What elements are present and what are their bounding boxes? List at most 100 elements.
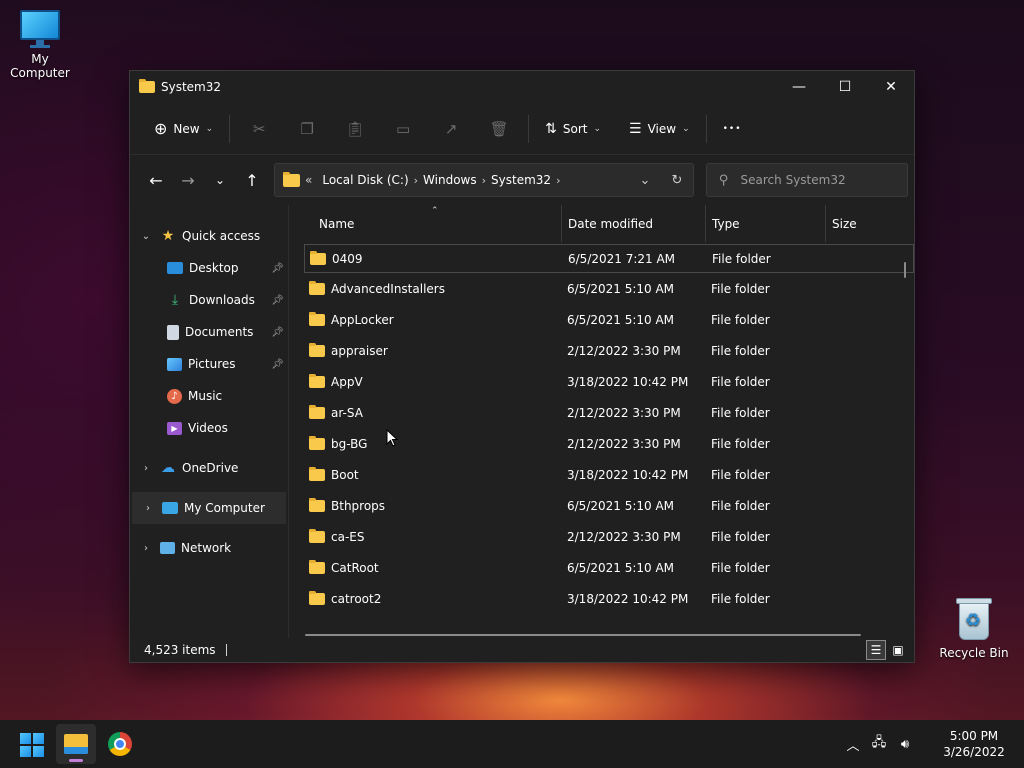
start-button[interactable] <box>20 733 44 757</box>
address-dropdown-icon[interactable]: ⌄ <box>629 173 661 188</box>
file-explorer-icon <box>64 734 88 754</box>
taskbar-file-explorer[interactable] <box>56 724 96 764</box>
table-row[interactable]: catroot2 3/18/2022 10:42 PM File folder <box>304 583 914 614</box>
sidebar-item-label: Quick access <box>182 229 261 243</box>
vertical-scrollbar[interactable] <box>904 262 906 278</box>
file-date: 3/18/2022 10:42 PM <box>567 374 689 389</box>
file-type: File folder <box>711 591 770 606</box>
breadcrumb-local-disk[interactable]: Local Disk (C:) <box>322 173 408 187</box>
up-button[interactable]: ↑ <box>236 164 268 196</box>
new-label: New <box>173 121 200 136</box>
chrome-icon <box>108 732 132 756</box>
column-header-size[interactable]: Size <box>826 205 896 242</box>
chevron-right-icon[interactable]: › <box>138 543 154 554</box>
file-type: File folder <box>711 436 770 451</box>
table-row[interactable]: 0409 6/5/2021 7:21 AM File folder <box>304 244 914 273</box>
refresh-icon[interactable]: ↻ <box>661 173 693 188</box>
network-status-icon[interactable]: 🖧︎ <box>866 733 892 755</box>
forward-button[interactable]: → <box>172 164 204 196</box>
folder-icon <box>309 373 325 388</box>
file-name-cell: appraiser <box>304 342 562 358</box>
recent-locations-button[interactable]: ⌄ <box>204 164 236 196</box>
file-type: File folder <box>711 560 770 575</box>
close-button[interactable]: ✕ <box>868 71 914 103</box>
file-name-cell: ar-SA <box>304 404 562 420</box>
sidebar-item-network[interactable]: › Network <box>130 532 288 564</box>
copy-icon[interactable]: ❐ <box>290 112 324 146</box>
sidebar-item-quick-access[interactable]: ⌄ ★ Quick access <box>130 220 288 252</box>
minimize-button[interactable]: — <box>776 71 822 103</box>
breadcrumb-system32[interactable]: System32 <box>491 173 551 187</box>
sidebar-item-my-computer[interactable]: › My Computer <box>132 492 286 524</box>
chevron-right-icon: › <box>413 173 419 187</box>
details-view-icon[interactable]: ☰ <box>866 639 886 660</box>
sidebar-item-pictures[interactable]: Pictures 📌︎ <box>130 348 288 380</box>
file-type: File folder <box>711 374 770 389</box>
file-name: AdvancedInstallers <box>331 281 445 296</box>
column-header-date[interactable]: Date modified <box>562 205 706 242</box>
table-row[interactable]: ar-SA 2/12/2022 3:30 PM File folder <box>304 397 914 428</box>
sidebar-item-label: My Computer <box>184 501 265 515</box>
folder-icon <box>309 280 325 295</box>
chevron-down-icon: ⌄ <box>593 123 602 134</box>
taskbar-chrome[interactable] <box>100 724 140 764</box>
more-options-button[interactable]: ••• <box>719 112 746 146</box>
search-box[interactable]: ⚲ <box>706 163 908 197</box>
sidebar-item-music[interactable]: ♪ Music <box>130 380 288 412</box>
toolbar-divider <box>528 114 530 143</box>
table-row[interactable]: AppV 3/18/2022 10:42 PM File folder <box>304 366 914 397</box>
sidebar-item-label: Music <box>188 389 223 403</box>
table-row[interactable]: AppLocker 6/5/2021 5:10 AM File folder <box>304 304 914 335</box>
volume-icon[interactable]: 🔊︎ <box>892 737 918 752</box>
file-name: Bthprops <box>331 498 386 513</box>
sidebar-item-desktop[interactable]: Desktop 📌︎ <box>130 252 288 284</box>
sidebar-item-onedrive[interactable]: › ☁ OneDrive <box>130 452 288 484</box>
table-row[interactable]: Bthprops 6/5/2021 5:10 AM File folder <box>304 490 914 521</box>
column-headers: ⌃ Name Date modified Type Size <box>304 205 914 242</box>
breadcrumb-overflow[interactable]: « <box>305 173 312 187</box>
view-button[interactable]: ☰ View ⌄ <box>625 112 694 146</box>
paste-icon[interactable]: 📋︎ <box>338 112 372 146</box>
search-input[interactable] <box>740 173 891 187</box>
chevron-down-icon[interactable]: ⌄ <box>138 231 154 242</box>
view-label: View <box>647 121 677 136</box>
chevron-right-icon[interactable]: › <box>140 503 156 514</box>
sidebar-item-videos[interactable]: ▶ Videos <box>130 412 288 444</box>
table-row[interactable]: ca-ES 2/12/2022 3:30 PM File folder <box>304 521 914 552</box>
sidebar-item-documents[interactable]: Documents 📌︎ <box>130 316 288 348</box>
column-header-type[interactable]: Type <box>706 205 826 242</box>
title-bar[interactable]: System32 — ☐ ✕ <box>130 71 914 103</box>
maximize-button[interactable]: ☐ <box>822 71 868 103</box>
address-bar[interactable]: « Local Disk (C:) › Windows › System32 ›… <box>274 163 694 197</box>
status-divider <box>225 643 227 656</box>
delete-icon[interactable]: 🗑︎ <box>482 112 516 146</box>
taskbar: ︿ 🖧︎ 🔊︎ 5:00 PM 3/26/2022 <box>0 720 1024 768</box>
file-list: ⌃ Name Date modified Type Size 0409 6/5/2… <box>289 205 914 638</box>
folder-icon <box>283 171 300 187</box>
table-row[interactable]: AdvancedInstallers 6/5/2021 5:10 AM File f… <box>304 273 914 304</box>
explorer-body: ⌄ ★ Quick access Desktop 📌︎ ⤓ Downloads … <box>130 205 914 638</box>
back-button[interactable]: ← <box>140 164 172 196</box>
horizontal-scrollbar[interactable] <box>305 634 861 636</box>
share-icon[interactable]: ↗ <box>434 112 468 146</box>
sidebar-item-downloads[interactable]: ⤓ Downloads 📌︎ <box>130 284 288 316</box>
rename-icon[interactable]: ▭ <box>386 112 420 146</box>
desktop-icon-recycle-bin[interactable]: ♻ Recycle Bin <box>934 598 1014 660</box>
new-button[interactable]: ⊕ New ⌄ <box>150 112 217 146</box>
sort-icon: ⇅ <box>545 120 557 137</box>
chevron-right-icon[interactable]: › <box>138 463 154 474</box>
file-name-cell: catroot2 <box>304 590 562 606</box>
desktop-icon-my-computer[interactable]: My Computer <box>0 10 80 80</box>
file-name: Boot <box>331 467 359 482</box>
cut-icon[interactable]: ✂ <box>242 112 276 146</box>
breadcrumb-windows[interactable]: Windows <box>423 173 477 187</box>
table-row[interactable]: appraiser 2/12/2022 3:30 PM File folder <box>304 335 914 366</box>
table-row[interactable]: CatRoot 6/5/2021 5:10 AM File folder <box>304 552 914 583</box>
clock[interactable]: 5:00 PM 3/26/2022 <box>924 728 1024 760</box>
tiles-view-icon[interactable]: ▣ <box>888 640 908 660</box>
system-tray: ︿ 🖧︎ 🔊︎ 5:00 PM 3/26/2022 <box>840 720 1024 768</box>
sort-button[interactable]: ⇅ Sort ⌄ <box>541 112 605 146</box>
chevron-up-icon[interactable]: ︿ <box>840 735 866 754</box>
address-row: ← → ⌄ ↑ « Local Disk (C:) › Windows › Sy… <box>130 155 914 205</box>
table-row[interactable]: Boot 3/18/2022 10:42 PM File folder <box>304 459 914 490</box>
